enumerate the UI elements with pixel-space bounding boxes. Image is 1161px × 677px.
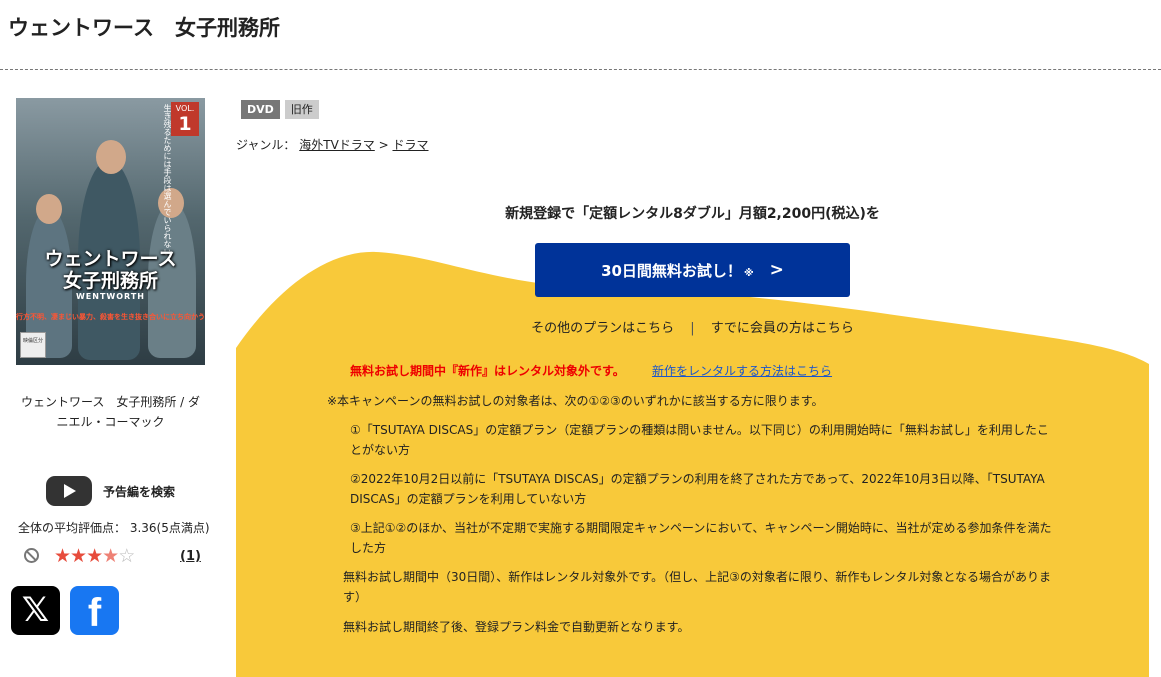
genre-link-drama[interactable]: ドラマ	[392, 138, 428, 152]
trailer-search-button[interactable]: 予告編を検索	[46, 476, 175, 506]
new-release-notice: 無料お試し期間中『新作』はレンタル対象外です。	[350, 364, 625, 378]
star-half-icon: ★	[102, 545, 119, 567]
format-badges: DVD 旧作	[241, 100, 319, 119]
star-full-icon: ★	[86, 545, 103, 567]
cover-volume-label: VOL.	[175, 104, 195, 113]
cover-rating-mark: 映倫区分	[20, 332, 46, 358]
dvd-cover-image[interactable]: 生き残るためには手段は選んでいられない VOL. 1 ウェントワース 女子刑務所…	[16, 98, 205, 365]
genre-link-overseas-tv-drama[interactable]: 海外TVドラマ	[299, 138, 375, 152]
play-icon	[46, 476, 92, 506]
dvd-badge: DVD	[241, 100, 280, 119]
rating-row: ★★★★☆ (1)	[22, 545, 208, 567]
cover-band-text: 行方不明、凄まじい暴力、殺害を生き抜き合いに立ち向かう!!	[16, 313, 205, 321]
work-title-cast: ウェントワース 女子刑務所 / ダニエル・コーマック	[20, 395, 201, 429]
header-divider	[0, 69, 1161, 70]
no-entry-icon[interactable]	[24, 548, 39, 563]
genre-breadcrumb: ジャンル： 海外TVドラマ > ドラマ	[236, 136, 429, 153]
page-title: ウェントワース 女子刑務所	[8, 16, 280, 40]
old-release-badge: 旧作	[284, 100, 319, 119]
plan-links-separator: |	[690, 321, 695, 336]
genre-separator: >	[378, 138, 393, 152]
review-count-link[interactable]: (1)	[180, 549, 201, 564]
cover-face-left	[36, 194, 62, 224]
genre-label: ジャンル：	[236, 138, 296, 152]
new-release-rental-link[interactable]: 新作をレンタルする方法はこちら	[652, 362, 832, 379]
cover-title-line1: ウェントワース	[44, 248, 177, 270]
average-rating-text: 全体の平均評価点： 3.36(5点満点)	[18, 521, 210, 535]
eligibility-condition-1: ①「TSUTAYA DISCAS」の定額プラン（定額プランの種類は問いません。以…	[350, 423, 1049, 457]
cover-volume-number: 1	[178, 113, 192, 135]
eligibility-condition-3: ③上記①②のほか、当社が不定期で実施する期間限定キャンペーンにおいて、キャンペー…	[350, 521, 1052, 555]
trial-period-note: 無料お試し期間中（30日間）、新作はレンタル対象外です。（但し、上記③の対象者に…	[343, 570, 1051, 604]
eligibility-condition-2: ②2022年10月2日以前に「TSUTAYA DISCAS」の定額プランの利用を…	[350, 472, 1045, 506]
star-full-icon: ★	[70, 545, 87, 567]
free-trial-button[interactable]: 30日間無料お試し！ ※ >	[535, 243, 850, 297]
cover-face-center	[96, 140, 126, 174]
cover-tagline: 生き残るためには手段は選んでいられない	[163, 104, 172, 256]
x-share-icon[interactable]: 𝕏	[11, 586, 60, 635]
facebook-share-icon[interactable]: f	[70, 586, 119, 635]
chevron-right-icon: >	[769, 260, 784, 280]
trailer-search-label: 予告編を検索	[103, 484, 176, 499]
cover-title-line2: 女子刑務所	[62, 270, 158, 292]
star-empty-icon: ☆	[118, 545, 135, 567]
members-login-link[interactable]: すでに会員の方はこちら	[711, 321, 854, 336]
cover-volume-badge: VOL. 1	[171, 102, 199, 136]
auto-renewal-note: 無料お試し期間終了後、登録プラン料金で自動更新となります。	[343, 620, 690, 634]
campaign-eligibility-intro: ※本キャンペーンの無料お試しの対象者は、次の①②③のいずれかに該当する方に限りま…	[327, 394, 824, 408]
promo-headline: 新規登録で「定額レンタル8ダブル」月額2,200円(税込)を	[505, 206, 880, 222]
free-trial-label: 30日間無料お試し！	[601, 261, 742, 280]
rating-stars: ★★★★☆	[54, 545, 135, 567]
other-plans-link[interactable]: その他のプランはこちら	[531, 321, 674, 336]
cover-subtitle: WENTWORTH	[75, 292, 146, 301]
cover-title: ウェントワース 女子刑務所	[16, 248, 205, 292]
plan-links: その他のプランはこちら | すでに会員の方はこちら	[236, 317, 1149, 336]
free-trial-note-mark: ※	[743, 267, 754, 279]
star-full-icon: ★	[54, 545, 71, 567]
